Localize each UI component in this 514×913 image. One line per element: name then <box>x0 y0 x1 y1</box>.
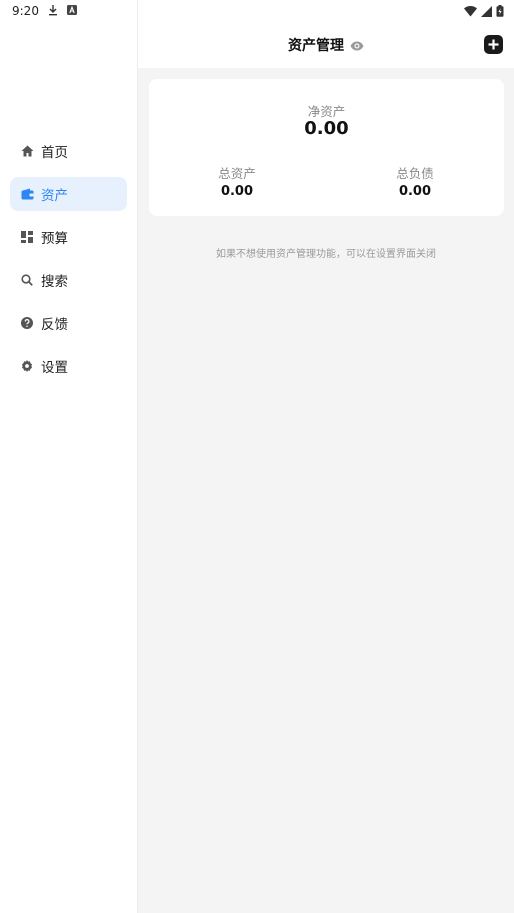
plus-square-icon <box>488 35 499 54</box>
net-assets-value: 0.00 <box>304 118 349 139</box>
search-icon <box>20 273 34 287</box>
total-liabilities-value: 0.00 <box>398 184 432 199</box>
sidebar-item-label: 反馈 <box>41 317 68 333</box>
download-icon <box>48 4 58 19</box>
help-circle-icon <box>20 316 34 330</box>
sidebar-item-settings[interactable]: 设置 <box>10 349 127 383</box>
asset-summary-card: 净资产 0.00 总资产 0.00 总负债 0.00 <box>149 79 504 216</box>
total-liabilities: 总负债 0.00 <box>355 163 475 199</box>
screen: 9:20 首页 资产 预算 搜索 反馈 设置 资产管理 净资产 0.00 总资产… <box>0 0 514 913</box>
sidebar: 9:20 首页 资产 预算 搜索 反馈 设置 <box>0 0 138 913</box>
wallet-icon <box>20 187 34 201</box>
sidebar-item-label: 首页 <box>41 145 68 161</box>
header: 资产管理 <box>138 35 514 55</box>
battery-charging-icon <box>496 2 504 21</box>
sidebar-item-home[interactable]: 首页 <box>10 134 127 168</box>
main-content: 资产管理 净资产 0.00 总资产 0.00 总负债 0.00 如果不想使用资产… <box>138 0 514 913</box>
total-liabilities-label: 总负债 <box>396 166 434 181</box>
gear-icon <box>20 359 34 373</box>
page-title: 资产管理 <box>288 38 344 54</box>
sidebar-item-feedback[interactable]: 反馈 <box>10 306 127 340</box>
sidebar-item-label: 设置 <box>41 360 68 376</box>
sidebar-nav: 首页 资产 预算 搜索 反馈 设置 <box>10 134 127 392</box>
wifi-icon <box>464 2 477 21</box>
top-bar: 资产管理 <box>138 0 514 68</box>
sidebar-item-label: 预算 <box>41 231 68 247</box>
total-assets: 总资产 0.00 <box>177 163 297 199</box>
status-bar-right <box>464 3 504 19</box>
total-assets-label: 总资产 <box>218 166 256 181</box>
eye-icon[interactable] <box>350 36 364 55</box>
status-bar-left: 9:20 <box>12 3 77 19</box>
sidebar-item-label: 资产 <box>41 188 68 204</box>
empty-hint: 如果不想使用资产管理功能，可以在设置界面关闭 <box>216 249 436 260</box>
signal-icon <box>481 2 492 21</box>
total-assets-value: 0.00 <box>220 184 254 199</box>
dashboard-icon <box>20 230 34 244</box>
sidebar-item-assets[interactable]: 资产 <box>10 177 127 211</box>
sidebar-item-budget[interactable]: 预算 <box>10 220 127 254</box>
notification-a-icon <box>66 4 77 18</box>
status-time: 9:20 <box>12 4 39 18</box>
home-icon <box>20 144 34 158</box>
sidebar-item-label: 搜索 <box>41 274 68 290</box>
add-account-button[interactable] <box>484 35 503 54</box>
sidebar-item-search[interactable]: 搜索 <box>10 263 127 297</box>
